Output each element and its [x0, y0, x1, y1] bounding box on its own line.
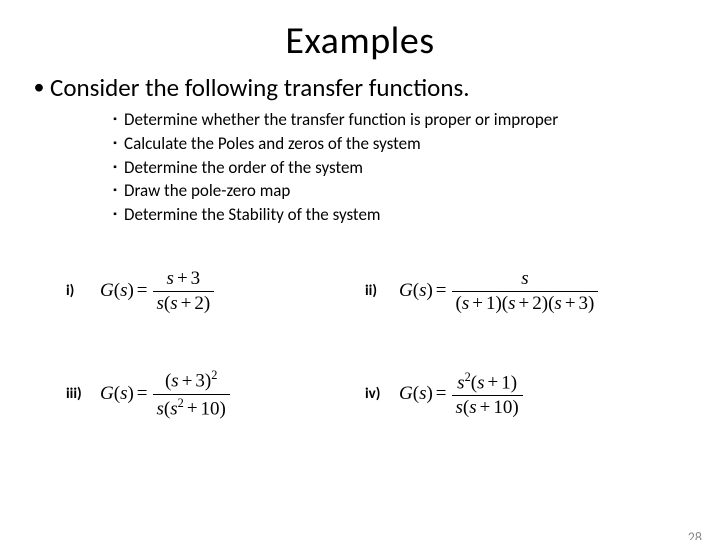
task-text: Determine the Stability of the system	[124, 204, 381, 226]
slide-title: Examples	[0, 18, 720, 64]
slide-body: • Consider the following transfer functi…	[0, 72, 720, 420]
eq-body: G(s)= (s+3)2 s(s2+10)	[100, 368, 232, 419]
eq-label: iii)	[66, 385, 88, 403]
eq-label: ii)	[365, 282, 387, 300]
task-item: ▪ Calculate the Poles and zeros of the s…	[106, 133, 692, 155]
eq-label: iv)	[365, 385, 387, 403]
equations-grid: i) G(s)= s+3 s(s+2) ii) G(s)= s	[28, 268, 692, 420]
task-text: Draw the pole-zero map	[124, 180, 290, 202]
eq-label: i)	[66, 282, 88, 300]
bullet-dot-icon: •	[28, 72, 50, 102]
task-text: Calculate the Poles and zeros of the sys…	[124, 133, 421, 155]
equation-i: i) G(s)= s+3 s(s+2)	[66, 268, 355, 315]
eq-body: G(s)= s+3 s(s+2)	[100, 268, 216, 315]
bullet-square-icon: ▪	[106, 180, 124, 200]
equation-ii: ii) G(s)= s (s+1)(s+2)(s+3)	[365, 268, 654, 315]
bullet-square-icon: ▪	[106, 204, 124, 224]
task-item: ▪ Draw the pole-zero map	[106, 180, 692, 202]
task-item: ▪ Determine the Stability of the system	[106, 204, 692, 226]
equation-iii: iii) G(s)= (s+3)2 s(s2+10)	[66, 368, 355, 419]
task-text: Determine the order of the system	[124, 157, 363, 179]
eq-body: G(s)= s (s+1)(s+2)(s+3)	[399, 268, 600, 315]
bullet-square-icon: ▪	[106, 157, 124, 177]
task-text: Determine whether the transfer function …	[124, 109, 558, 131]
intro-text: Consider the following transfer function…	[50, 72, 470, 103]
bullet-lvl1: • Consider the following transfer functi…	[28, 72, 692, 103]
bullet-square-icon: ▪	[106, 133, 124, 153]
slide: Examples • Consider the following transf…	[0, 18, 720, 540]
eq-body: G(s)= s2(s+1) s(s+10)	[399, 370, 525, 419]
task-item: ▪ Determine the order of the system	[106, 157, 692, 179]
equation-iv: iv) G(s)= s2(s+1) s(s+10)	[365, 368, 654, 419]
bullet-square-icon: ▪	[106, 109, 124, 129]
page-number: 28	[688, 529, 702, 540]
task-item: ▪ Determine whether the transfer functio…	[106, 109, 692, 131]
task-list: ▪ Determine whether the transfer functio…	[106, 109, 692, 226]
